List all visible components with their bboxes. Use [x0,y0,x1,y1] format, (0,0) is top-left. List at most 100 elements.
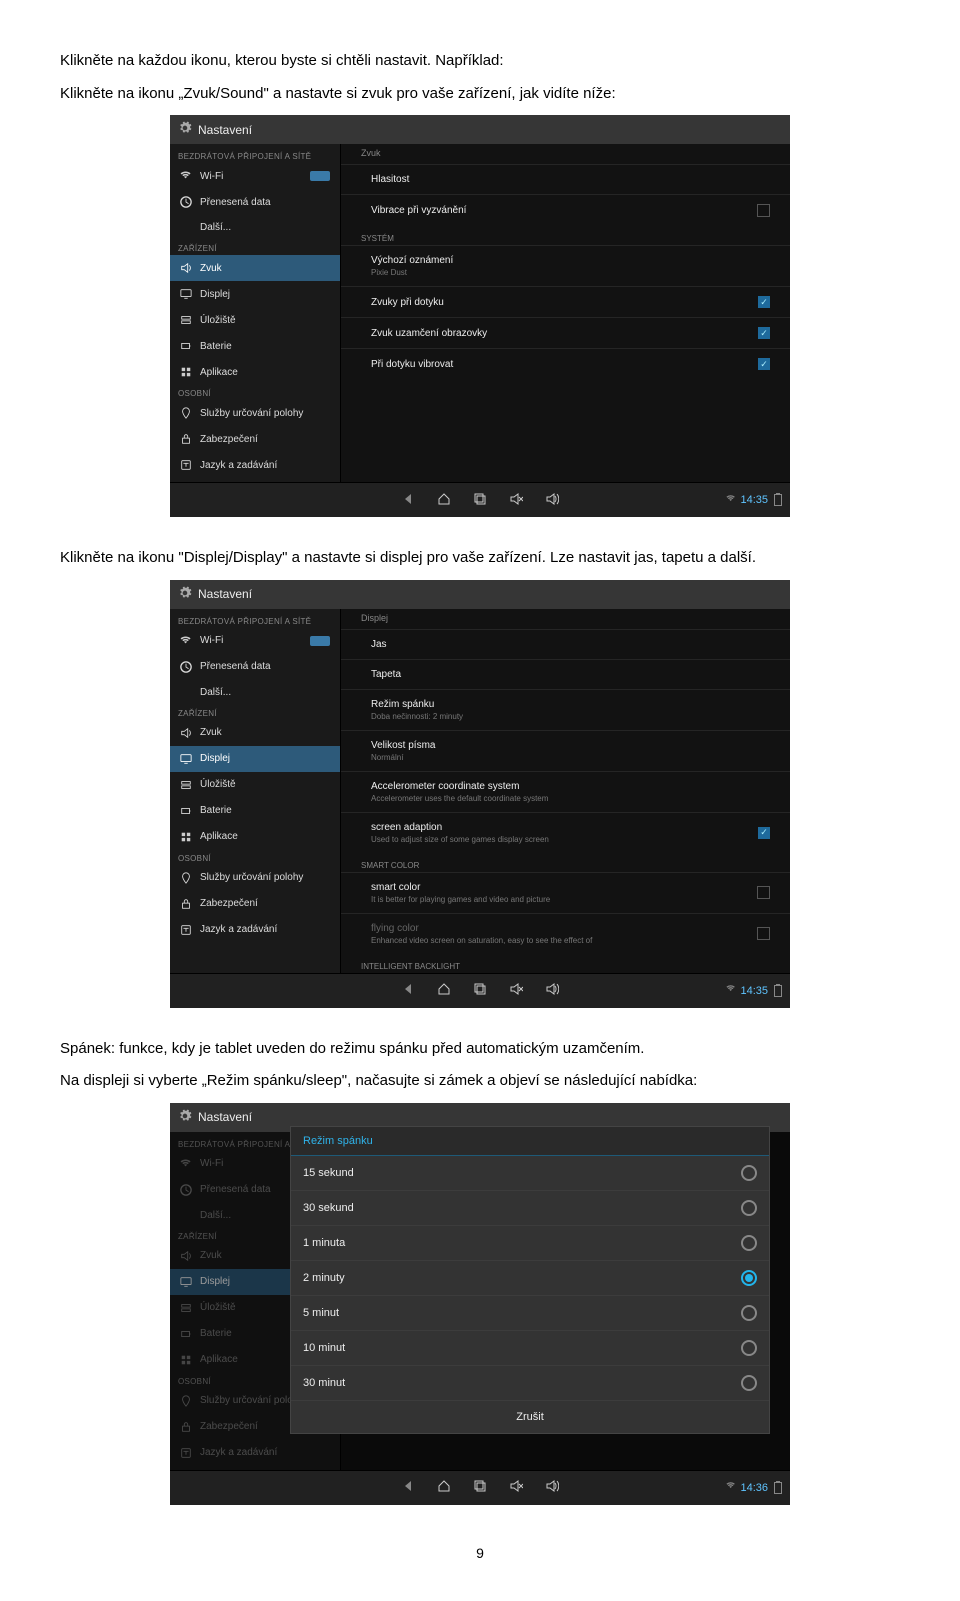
row-sub: Pixie Dust [371,268,453,277]
sleep-option[interactable]: 30 sekund [291,1191,769,1226]
para-2: Klikněte na ikonu „Zvuk/Sound" a nastavt… [60,83,900,106]
panel-title: Zvuk [341,144,790,164]
status-clock: 14:35 [740,985,768,997]
sidebar-item-language[interactable]: Jazyk a zadávání [170,452,340,478]
radio[interactable] [741,1340,757,1356]
radio[interactable] [741,1165,757,1181]
row-vibrate-ring[interactable]: Vibrace při vyzvánění [341,194,790,226]
radio[interactable] [741,1235,757,1251]
sidebar-label: Přenesená data [200,197,271,208]
sidebar-item-location[interactable]: Služby určování polohy [170,865,340,891]
row-screen-adaption[interactable]: screen adaptionUsed to adjust size of so… [341,812,790,853]
radio[interactable] [741,1305,757,1321]
sidebar-item-security[interactable]: Zabezpečení [170,891,340,917]
row-fontsize[interactable]: Velikost písmaNormální [341,730,790,771]
radio[interactable] [741,1375,757,1391]
row-sub: Doba nečinnosti: 2 minuty [371,712,463,721]
sidebar-label: Jazyk a zadávání [200,924,277,935]
sleep-option[interactable]: 30 minut [291,1366,769,1401]
row-touch-sounds[interactable]: Zvuky při dotyku✓ [341,286,790,317]
back-button[interactable] [401,492,415,509]
volume-button[interactable] [545,1479,559,1496]
sleep-option[interactable]: 2 minuty [291,1261,769,1296]
sidebar-item-location[interactable]: Služby určování polohy [170,400,340,426]
sidebar-item-more[interactable]: Další... [170,680,340,705]
sidebar-section-personal: OSOBNÍ [170,850,340,865]
row-flying-color: flying color Enhanced video screen on sat… [341,913,790,954]
sound-icon [180,1250,192,1262]
volume-button[interactable] [545,982,559,999]
recent-button[interactable] [473,1479,487,1496]
sidebar-item-wifi[interactable]: Wi-Fi [170,628,340,654]
home-button[interactable] [437,1479,451,1496]
home-button[interactable] [437,982,451,999]
row-label: Při dotyku vibrovat [371,359,453,370]
row-sub: Enhanced video screen on saturation, eas… [371,936,592,945]
back-button[interactable] [401,1479,415,1496]
settings-icon [178,586,192,603]
row-label: Zvuk uzamčení obrazovky [371,328,487,339]
row-sleep[interactable]: Režim spánkuDoba nečinnosti: 2 minuty [341,689,790,730]
volume-mute-button[interactable] [509,492,523,509]
sleep-option[interactable]: 5 minut [291,1296,769,1331]
checkbox[interactable]: ✓ [758,296,770,308]
sidebar-item-more[interactable]: Další... [170,215,340,240]
sidebar-item-language[interactable]: Jazyk a zadávání [170,917,340,943]
option-label: 10 minut [303,1342,345,1354]
sound-icon [180,262,192,274]
wifi-toggle[interactable] [310,171,330,181]
checkbox[interactable] [757,886,770,899]
sidebar-item-battery[interactable]: Baterie [170,798,340,824]
sidebar-item-data[interactable]: Přenesená data [170,189,340,215]
recent-button[interactable] [473,492,487,509]
sleep-option[interactable]: 1 minuta [291,1226,769,1261]
row-accelerometer[interactable]: Accelerometer coordinate systemAccelerom… [341,771,790,812]
radio-selected[interactable] [741,1270,757,1286]
sidebar-item-apps[interactable]: Aplikace [170,824,340,850]
volume-mute-button[interactable] [509,982,523,999]
radio[interactable] [741,1200,757,1216]
row-touch-vibrate[interactable]: Při dotyku vibrovat ✓ [341,348,790,379]
sidebar-item-sound[interactable]: Zvuk [170,255,340,281]
row-default-notification[interactable]: Výchozí oznámeníPixie Dust [341,245,790,286]
storage-icon [180,314,192,326]
checkbox[interactable] [757,204,770,217]
checkbox[interactable]: ✓ [758,327,770,339]
sidebar-label: Baterie [200,805,232,816]
sidebar-label: Úložiště [200,779,236,790]
home-button[interactable] [437,492,451,509]
row-label: Velikost písma [371,740,435,751]
row-brightness[interactable]: Jas [341,629,790,659]
checkbox[interactable]: ✓ [758,358,770,370]
volume-button[interactable] [545,492,559,509]
sidebar-item-wifi[interactable]: Wi-Fi [170,163,340,189]
screenshot-display: Nastavení BEZDRÁTOVÁ PŘIPOJENÍ A SÍTĚ Wi… [170,580,790,1008]
sleep-option[interactable]: 15 sekund [291,1156,769,1191]
sidebar-item-display[interactable]: Displej [170,281,340,307]
volume-mute-button[interactable] [509,1479,523,1496]
cancel-button[interactable]: Zrušit [291,1401,769,1433]
sidebar-item-security[interactable]: Zabezpečení [170,426,340,452]
storage-icon [180,779,192,791]
sidebar-item-battery[interactable]: Baterie [170,333,340,359]
wifi-toggle[interactable] [310,636,330,646]
sidebar-item-storage[interactable]: Úložiště [170,772,340,798]
row-smart-color[interactable]: smart colorIt is better for playing game… [341,872,790,913]
checkbox[interactable]: ✓ [758,827,770,839]
row-volume[interactable]: Hlasitost [341,164,790,194]
sleep-option[interactable]: 10 minut [291,1331,769,1366]
sidebar-item-data[interactable]: Přenesená data [170,654,340,680]
sidebar-item-apps[interactable]: Aplikace [170,359,340,385]
row-wallpaper[interactable]: Tapeta [341,659,790,689]
section-backlight: INTELLIGENT BACKLIGHT [341,954,790,973]
recent-button[interactable] [473,982,487,999]
back-button[interactable] [401,982,415,999]
row-lock-sound[interactable]: Zvuk uzamčení obrazovky ✓ [341,317,790,348]
sidebar-item-storage[interactable]: Úložiště [170,307,340,333]
row-label: flying color [371,923,419,934]
option-label: 15 sekund [303,1167,354,1179]
display-icon [180,288,192,300]
sidebar-item-display[interactable]: Displej [170,746,340,772]
sidebar-label: Aplikace [200,367,238,378]
sidebar-item-sound[interactable]: Zvuk [170,720,340,746]
